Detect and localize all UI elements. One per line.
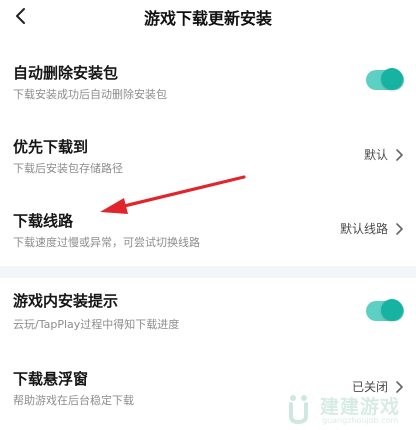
- setting-download-route[interactable]: 下载线路 下载速度过慢或异常，可尝试切换线路 默认线路: [0, 206, 416, 256]
- setting-title: 下载悬浮窗: [13, 370, 89, 388]
- toggle-knob: [381, 68, 403, 90]
- watermark-text: 建建游戏: [320, 396, 401, 418]
- top-bar: 游戏下载更新安装: [0, 0, 416, 34]
- setting-subtitle: 云玩/TapPlay过程中得知下载进度: [13, 318, 180, 331]
- watermark-url: guangzhoujob.com: [322, 416, 399, 425]
- section-divider: [0, 266, 416, 278]
- setting-title: 游戏内安装提示: [13, 292, 119, 310]
- setting-value: 默认: [363, 148, 388, 162]
- setting-subtitle: 下载安装成功后自动删除安装包: [13, 88, 167, 101]
- setting-title: 下载线路: [13, 212, 74, 230]
- watermark-logo-icon: [289, 395, 308, 424]
- install-prompt-toggle[interactable]: [366, 299, 404, 321]
- setting-subtitle: 帮助游戏在后台稳定下载: [13, 394, 134, 407]
- setting-auto-delete-package[interactable]: 自动删除安装包 下载安装成功后自动删除安装包: [0, 56, 416, 112]
- setting-title: 自动删除安装包: [13, 64, 119, 82]
- setting-value: 默认线路: [339, 222, 388, 236]
- watermark: 建建游戏 guangzhoujob.com: [288, 392, 412, 426]
- toggle-knob: [381, 299, 403, 321]
- chevron-right-icon: [396, 222, 403, 235]
- setting-in-game-install-prompt[interactable]: 游戏内安装提示 云玩/TapPlay过程中得知下载进度: [0, 286, 416, 338]
- page-title: 游戏下载更新安装: [143, 9, 272, 28]
- setting-subtitle: 下载后安装包存储路径: [13, 162, 123, 175]
- setting-title: 优先下载到: [13, 138, 89, 156]
- setting-subtitle: 下载速度过慢或异常，可尝试切换线路: [13, 236, 200, 249]
- setting-download-location[interactable]: 优先下载到 下载后安装包存储路径 默认: [0, 132, 416, 182]
- chevron-right-icon: [396, 148, 403, 161]
- auto-delete-toggle[interactable]: [366, 68, 404, 90]
